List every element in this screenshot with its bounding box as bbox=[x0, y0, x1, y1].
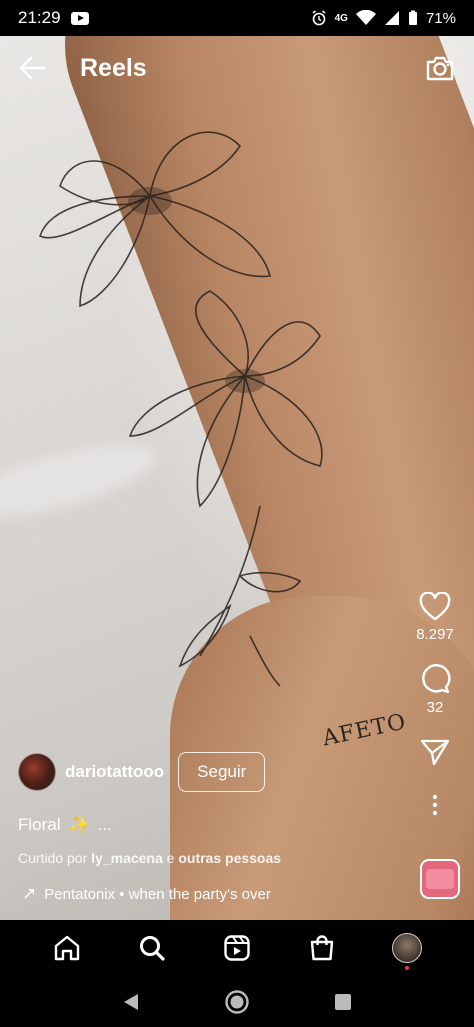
heart-icon[interactable] bbox=[419, 592, 451, 622]
youtube-notification-icon bbox=[70, 11, 89, 25]
username[interactable]: dariotattooo bbox=[65, 762, 164, 782]
liked-by[interactable]: Curtido por ly_macena e outras pessoas bbox=[18, 850, 281, 866]
shop-icon bbox=[310, 935, 334, 961]
notification-dot bbox=[405, 966, 410, 970]
nav-profile[interactable] bbox=[383, 924, 431, 972]
status-bar: 21:29 4G 71% bbox=[0, 0, 474, 36]
back-triangle-icon[interactable] bbox=[122, 992, 140, 1012]
caption-text: Floral bbox=[18, 815, 61, 834]
camera-button[interactable] bbox=[424, 52, 456, 84]
status-time: 21:29 bbox=[18, 8, 61, 27]
liked-by-prefix: Curtido por bbox=[18, 850, 92, 866]
page-title: Reels bbox=[80, 53, 147, 82]
profile-avatar bbox=[392, 933, 423, 963]
liked-by-others[interactable]: outras pessoas bbox=[178, 850, 281, 866]
follow-button[interactable]: Seguir bbox=[178, 752, 266, 792]
like-action: 8.297 bbox=[416, 592, 454, 643]
arrow-left-icon bbox=[19, 56, 47, 80]
system-navigation bbox=[0, 976, 474, 1027]
audio-title: Pentatonix • when the party's over bbox=[44, 885, 271, 903]
back-button[interactable] bbox=[18, 53, 48, 83]
liked-by-middle: e bbox=[162, 850, 179, 866]
signal-icon bbox=[384, 11, 399, 25]
reels-icon bbox=[224, 935, 250, 961]
send-icon[interactable] bbox=[420, 738, 450, 766]
comment-icon[interactable] bbox=[419, 663, 451, 695]
battery-percent: 71% bbox=[425, 9, 456, 27]
home-circle-icon[interactable] bbox=[224, 989, 250, 1015]
nav-reels[interactable] bbox=[213, 924, 261, 972]
more-options-button[interactable] bbox=[432, 794, 438, 816]
camera-icon bbox=[426, 56, 454, 81]
network-type: 4G bbox=[334, 12, 348, 24]
home-icon bbox=[54, 935, 79, 961]
reel-actions: 8.297 32 bbox=[410, 592, 460, 816]
comments-count[interactable]: 32 bbox=[427, 699, 444, 716]
author-row: dariotattooo Seguir bbox=[18, 752, 266, 792]
alarm-icon bbox=[312, 10, 326, 26]
likes-count[interactable]: 8.297 bbox=[416, 626, 454, 643]
caption-more[interactable]: ... bbox=[98, 815, 112, 835]
trending-arrow-icon: ↗ bbox=[22, 884, 37, 903]
audio-info[interactable]: ↗ Pentatonix • when the party's over bbox=[22, 884, 271, 904]
more-vertical-icon bbox=[432, 794, 438, 816]
search-icon bbox=[139, 936, 165, 961]
nav-search[interactable] bbox=[128, 924, 176, 972]
comment-action: 32 bbox=[419, 663, 451, 716]
wifi-icon bbox=[355, 10, 376, 25]
recents-square-icon[interactable] bbox=[334, 993, 352, 1011]
nav-shop[interactable] bbox=[298, 924, 346, 972]
caption[interactable]: Floral ✨ ... bbox=[18, 815, 112, 835]
nav-home[interactable] bbox=[43, 924, 91, 972]
avatar[interactable] bbox=[18, 753, 56, 791]
audio-thumbnail[interactable] bbox=[420, 859, 460, 899]
bottom-navigation bbox=[0, 920, 474, 976]
top-bar: Reels bbox=[0, 36, 474, 100]
battery-icon bbox=[408, 10, 417, 25]
liked-by-user[interactable]: ly_macena bbox=[91, 850, 163, 866]
share-action[interactable] bbox=[420, 738, 450, 766]
sparkles-emoji: ✨ bbox=[68, 815, 90, 834]
